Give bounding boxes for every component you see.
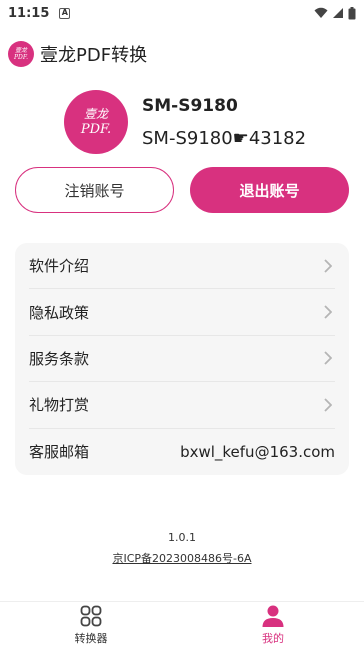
user-icon xyxy=(262,605,284,627)
battery-icon xyxy=(348,6,356,19)
status-bar: 11:15 A xyxy=(0,0,364,26)
menu-item-support-email[interactable]: 客服邮箱 bxwl_kefu@163.com xyxy=(29,429,335,475)
menu-item-label: 软件介绍 xyxy=(29,257,90,276)
app-version: 1.0.1 xyxy=(168,531,196,544)
avatar: 壹龙 PDF. xyxy=(64,90,128,154)
notification-icon: A xyxy=(59,7,71,19)
menu-item-label: 服务条款 xyxy=(29,349,90,368)
footer: 1.0.1 京ICP备2023008486号-6A xyxy=(0,531,364,566)
settings-menu: 软件介绍 隐私政策 服务条款 礼物打赏 客服邮箱 bxwl_kefu@163.c… xyxy=(15,243,349,475)
signal-icon xyxy=(333,8,343,18)
logout-button[interactable]: 退出账号 xyxy=(190,167,349,213)
menu-item-label: 礼物打赏 xyxy=(29,396,90,415)
device-id: SM-S9180☛43182 xyxy=(142,127,307,149)
grid-icon xyxy=(80,605,102,627)
status-icons xyxy=(314,6,356,20)
nav-label: 我的 xyxy=(262,632,284,645)
menu-item-terms-of-service[interactable]: 服务条款 xyxy=(29,336,335,383)
deregister-account-button[interactable]: 注销账号 xyxy=(15,167,174,213)
menu-item-software-intro[interactable]: 软件介绍 xyxy=(29,243,335,290)
nav-tab-converter[interactable]: 转换器 xyxy=(0,602,182,648)
app-header: 壹龙 PDF. 壹龙PDF转换 xyxy=(0,36,364,72)
chevron-right-icon xyxy=(321,259,335,273)
app-logo: 壹龙 PDF. xyxy=(8,41,34,67)
logo-text-bottom: PDF. xyxy=(14,54,28,61)
profile-section: 壹龙 PDF. SM-S9180 SM-S9180☛43182 xyxy=(64,90,306,154)
menu-item-label: 隐私政策 xyxy=(29,303,90,322)
nav-tab-mine[interactable]: 我的 xyxy=(182,602,364,648)
logo-text-top: 壹龙 xyxy=(14,47,27,54)
wifi-icon xyxy=(314,7,328,18)
profile-info: SM-S9180 SM-S9180☛43182 xyxy=(142,96,306,149)
status-time: 11:15 xyxy=(8,5,50,21)
app-title: 壹龙PDF转换 xyxy=(40,45,148,66)
chevron-right-icon xyxy=(321,351,335,366)
icp-license-link[interactable]: 京ICP备2023008486号-6A xyxy=(0,550,364,566)
bottom-nav: 转换器 我的 xyxy=(0,601,364,648)
support-email-value: bxwl_kefu@163.com xyxy=(180,442,335,461)
nav-label: 转换器 xyxy=(74,632,108,645)
menu-item-gift-tip[interactable]: 礼物打赏 xyxy=(29,382,335,429)
menu-item-label: 客服邮箱 xyxy=(29,443,90,462)
menu-item-privacy-policy[interactable]: 隐私政策 xyxy=(29,289,335,336)
avatar-text-top: 壹龙 xyxy=(83,107,108,121)
chevron-right-icon xyxy=(321,398,335,412)
device-name: SM-S9180 xyxy=(142,95,238,116)
avatar-text-bottom: PDF. xyxy=(80,122,112,137)
account-actions: 注销账号 退出账号 xyxy=(15,167,349,213)
chevron-right-icon xyxy=(321,305,335,319)
